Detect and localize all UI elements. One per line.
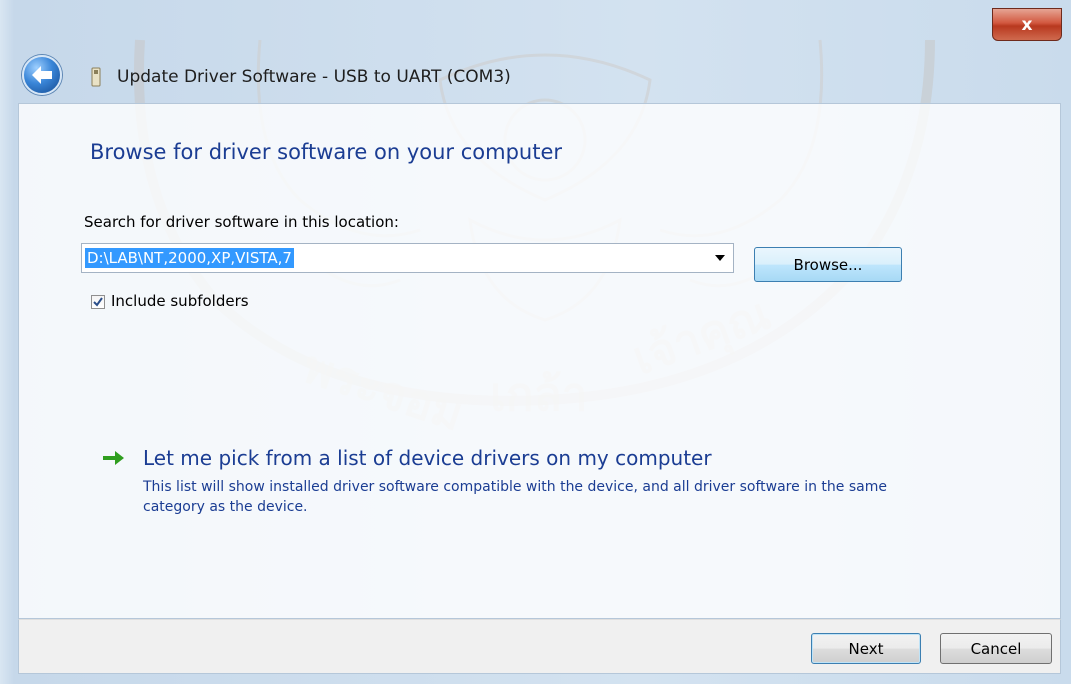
wizard-content-panel [18,103,1061,619]
chevron-down-icon[interactable] [715,255,725,261]
cancel-button[interactable]: Cancel [940,633,1052,664]
search-location-label: Search for driver software in this locat… [84,213,399,231]
pick-from-list-link[interactable]: Let me pick from a list of device driver… [143,446,712,470]
green-arrow-icon [103,451,124,465]
next-button[interactable]: Next [811,633,921,664]
dialog-window: พระจอม เกล้า เจ้าคุณ x Update Driver Sof… [0,0,1071,684]
page-heading: Browse for driver software on your compu… [90,140,563,164]
close-icon: x [1021,14,1033,35]
checkmark-icon [93,297,103,307]
back-arrow-icon [32,66,52,84]
usb-device-icon [91,67,101,87]
driver-path-value[interactable]: D:\LAB\NT,2000,XP,VISTA,7 [85,248,294,268]
driver-path-combobox[interactable]: D:\LAB\NT,2000,XP,VISTA,7 [81,243,734,273]
include-subfolders-checkbox[interactable] [91,295,105,309]
back-button[interactable] [22,55,62,95]
window-title: Update Driver Software - USB to UART (CO… [117,67,511,87]
pick-from-list-description: This list will show installed driver sof… [143,479,887,515]
include-subfolders-label[interactable]: Include subfolders [111,292,249,310]
close-button[interactable]: x [992,8,1062,41]
browse-button[interactable]: Browse... [754,247,902,282]
